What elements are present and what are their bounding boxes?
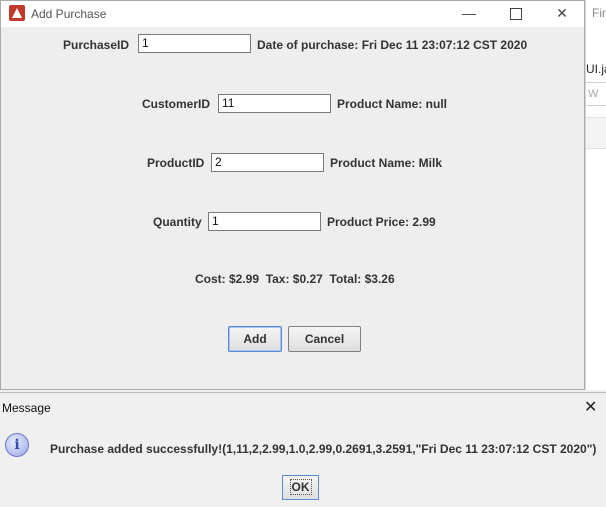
product-id-label: ProductID xyxy=(147,156,205,170)
quantity-label: Quantity xyxy=(153,215,202,229)
message-title: Message xyxy=(2,401,51,415)
message-text: Purchase added successfully!(1,11,2,2.99… xyxy=(50,442,597,456)
window-title: Add Purchase xyxy=(31,7,107,21)
product-price-text: Product Price: 2.99 xyxy=(327,215,436,229)
quantity-field[interactable]: 1 xyxy=(208,212,321,231)
totals-text: Cost: $2.99 Tax: $0.27 Total: $3.26 xyxy=(195,272,395,286)
ok-button[interactable]: OK xyxy=(282,475,319,500)
background-window-field[interactable]: W xyxy=(586,82,606,106)
add-button[interactable]: Add xyxy=(228,326,282,352)
ok-label: OK xyxy=(289,479,312,495)
background-window-bar xyxy=(586,117,606,149)
customer-product-name-text: Product Name: null xyxy=(337,97,448,111)
title-bar[interactable]: Add Purchase — ✕ xyxy=(1,1,584,27)
add-purchase-dialog: Add Purchase — ✕ PurchaseID 1 Date of pu… xyxy=(0,0,585,390)
maximize-button[interactable] xyxy=(493,1,539,27)
product-id-field[interactable]: 2 xyxy=(211,153,324,172)
purchase-id-label: PurchaseID xyxy=(63,38,130,52)
product-name-text: Product Name: Milk xyxy=(330,156,443,170)
background-window-tab[interactable]: UI.ja xyxy=(586,62,606,76)
info-icon: i xyxy=(5,433,29,457)
date-of-purchase-text: Date of purchase: Fri Dec 11 23:07:12 CS… xyxy=(257,38,528,52)
background-window: Fir UI.ja W xyxy=(585,0,606,390)
purchase-id-field[interactable]: 1 xyxy=(138,34,251,53)
java-app-icon xyxy=(9,5,25,21)
customer-id-field[interactable]: 11 xyxy=(218,94,331,113)
message-close-icon[interactable]: ✕ xyxy=(584,397,597,417)
close-button[interactable]: ✕ xyxy=(539,1,585,27)
message-dialog: Message ✕ i Purchase added successfully!… xyxy=(0,392,606,507)
background-window-title: Fir xyxy=(592,6,606,20)
customer-id-label: CustomerID xyxy=(142,97,211,111)
maximize-icon xyxy=(510,8,522,21)
cancel-button[interactable]: Cancel xyxy=(288,326,361,352)
minimize-button[interactable]: — xyxy=(446,1,492,27)
